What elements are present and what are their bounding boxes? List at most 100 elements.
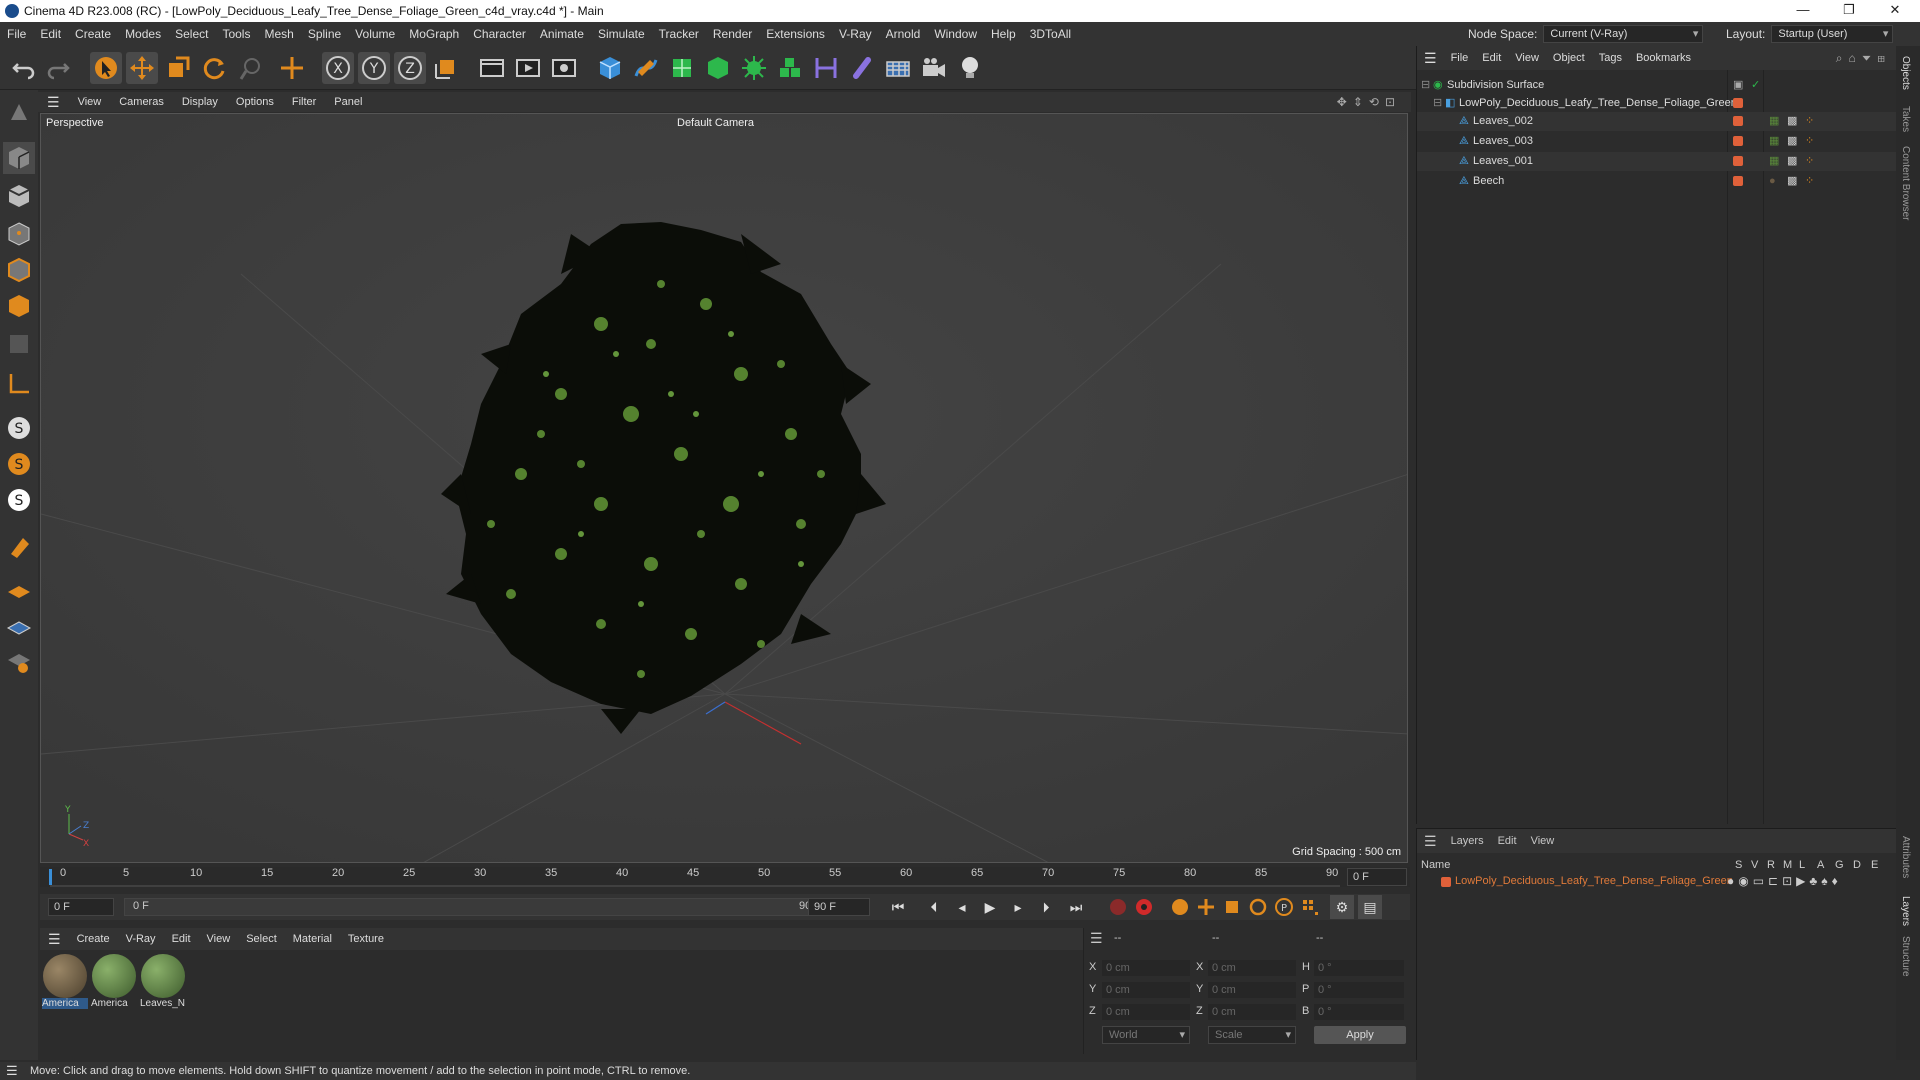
render-to-picture-viewer-icon[interactable] [512,52,544,84]
next-key-icon[interactable]: ⏵ [1034,895,1058,919]
texture-mode-icon[interactable] [3,180,35,212]
layer-color-icon[interactable] [1733,176,1743,186]
points-mode-icon[interactable] [3,218,35,250]
rotation-h-field[interactable]: 0 ° [1314,960,1404,976]
y-axis-lock-icon[interactable]: Y [358,52,390,84]
menu-help[interactable]: Help [984,27,1023,41]
deformer-icon[interactable] [810,52,842,84]
uv-mode-icon[interactable] [3,328,35,360]
camera-label[interactable]: Default Camera [677,117,754,129]
edges-mode-icon[interactable] [3,254,35,286]
mograph-icon[interactable] [774,52,806,84]
render-view-icon[interactable] [476,52,508,84]
coordinate-space-select[interactable]: World [1102,1026,1190,1044]
menu-file[interactable]: File [0,27,33,41]
size-z-field[interactable]: 0 cm [1208,1004,1296,1020]
material-swatch[interactable]: Leaves_N [140,954,186,1012]
autokey-icon[interactable] [1132,895,1156,919]
layer-color-icon[interactable] [1733,136,1743,146]
maximize-button[interactable]: ❐ [1826,0,1872,22]
layers-hamburger-icon[interactable]: ☰ [1417,833,1444,850]
object-row[interactable]: ⊟ ◧ LowPoly_Deciduous_Leafy_Tree_Dense_F… [1417,94,1897,113]
menu-window[interactable]: Window [927,27,984,41]
snap-settings-icon[interactable]: S [3,448,35,480]
object-row[interactable]: ⊟ ◉ Subdivision Surface ▣ ✓ [1417,76,1897,95]
menu-render[interactable]: Render [706,27,759,41]
floor-icon[interactable] [882,52,914,84]
cube-object-icon[interactable] [594,52,626,84]
hamburger-icon[interactable]: ☰ [38,94,69,111]
menu-mesh[interactable]: Mesh [257,27,300,41]
tab-objects[interactable]: Objects [1900,56,1911,90]
minimize-button[interactable]: — [1780,0,1826,22]
node-space-select[interactable]: Current (V-Ray) [1543,25,1704,43]
size-x-field[interactable]: 0 cm [1208,960,1296,976]
record-active-icon[interactable] [1106,895,1130,919]
mat-menu-vray[interactable]: V-Ray [118,933,164,945]
menu-volume[interactable]: Volume [348,27,402,41]
subdivision-surface-icon[interactable] [666,52,698,84]
live-selection-icon[interactable] [234,52,266,84]
viewport-nav-icons[interactable]: ✥⇕⟲⊡ [1337,95,1401,109]
layers-menu-edit[interactable]: Edit [1491,835,1524,847]
coordinate-mode-select[interactable]: Scale [1208,1026,1296,1044]
timeline-mode-icon[interactable]: ⚙ [1330,895,1354,919]
axis-mode-icon[interactable] [3,368,35,400]
rotate-tool-icon[interactable] [198,52,230,84]
material-swatch[interactable]: America [42,954,88,1012]
layer-row[interactable]: LowPoly_Deciduous_Leafy_Tree_Dense_Folia… [1417,873,1897,891]
max-frame-field[interactable]: 90 F [808,898,870,916]
mat-menu-select[interactable]: Select [238,933,285,945]
current-frame-field[interactable]: 0 F [48,898,114,916]
layer-color-swatch[interactable] [1441,877,1451,887]
polygons-mode-icon[interactable] [3,290,35,322]
grid-icon[interactable] [3,610,35,642]
move-tool-icon[interactable] [126,52,158,84]
vp-menu-options[interactable]: Options [227,96,283,108]
next-frame-icon[interactable]: ▸ [1006,895,1030,919]
object-hamburger-icon[interactable]: ☰ [1417,50,1444,67]
mat-menu-create[interactable]: Create [69,933,118,945]
layers-menu-view[interactable]: View [1524,835,1562,847]
spline-pen-icon[interactable] [630,52,662,84]
extrude-icon[interactable] [702,52,734,84]
light-icon[interactable] [954,52,986,84]
rotation-key-icon[interactable] [1246,895,1270,919]
close-button[interactable]: ✕ [1872,0,1918,22]
menu-arnold[interactable]: Arnold [879,27,928,41]
menu-3dtoall[interactable]: 3DToAll [1023,27,1078,41]
menu-character[interactable]: Character [466,27,533,41]
3d-viewport[interactable]: Y Z X Perspective Default Camera Grid Sp… [40,113,1408,863]
object-row[interactable]: ⟁ Leaves_001 ▦ ▩ ⁘ [1417,152,1897,171]
layers-menu-layers[interactable]: Layers [1444,835,1491,847]
select-tool-icon[interactable] [90,52,122,84]
object-row[interactable]: ⟁ Leaves_002 ▦ ▩ ⁘ [1417,112,1897,131]
menu-tracker[interactable]: Tracker [652,27,706,41]
timeline-ruler[interactable]: 0 5 10 15 20 25 30 35 40 45 50 55 60 65 … [40,867,1410,887]
coordinate-system-icon[interactable] [430,52,462,84]
menu-modes[interactable]: Modes [118,27,168,41]
material-tag-icon[interactable]: ▦ [1769,152,1779,171]
material-hamburger-icon[interactable]: ☰ [40,931,69,948]
vray-tag-icon[interactable]: ⁘ [1805,112,1814,131]
position-z-field[interactable]: 0 cm [1102,1004,1190,1020]
layer-color-icon[interactable] [1733,116,1743,126]
previous-frame-icon[interactable]: ◂ [950,895,974,919]
position-x-field[interactable]: 0 cm [1102,960,1190,976]
size-y-field[interactable]: 0 cm [1208,982,1296,998]
menu-edit[interactable]: Edit [33,27,68,41]
mat-menu-view[interactable]: View [199,933,239,945]
vp-menu-filter[interactable]: Filter [283,96,325,108]
uvw-tag-icon[interactable]: ▩ [1787,132,1797,151]
material-swatch[interactable]: America [91,954,137,1012]
vp-menu-cameras[interactable]: Cameras [110,96,173,108]
mat-menu-texture[interactable]: Texture [340,933,392,945]
collapse-icon[interactable]: ⊟ [1433,94,1442,113]
timeline-frame-field[interactable]: 0 F [1347,868,1407,886]
material-tag-icon[interactable]: ▦ [1769,132,1779,151]
tab-takes[interactable]: Takes [1900,106,1911,132]
menu-tools[interactable]: Tools [215,27,257,41]
position-y-field[interactable]: 0 cm [1102,982,1190,998]
go-to-end-icon[interactable]: ⏭ [1064,895,1088,919]
menu-vray[interactable]: V-Ray [832,27,879,41]
